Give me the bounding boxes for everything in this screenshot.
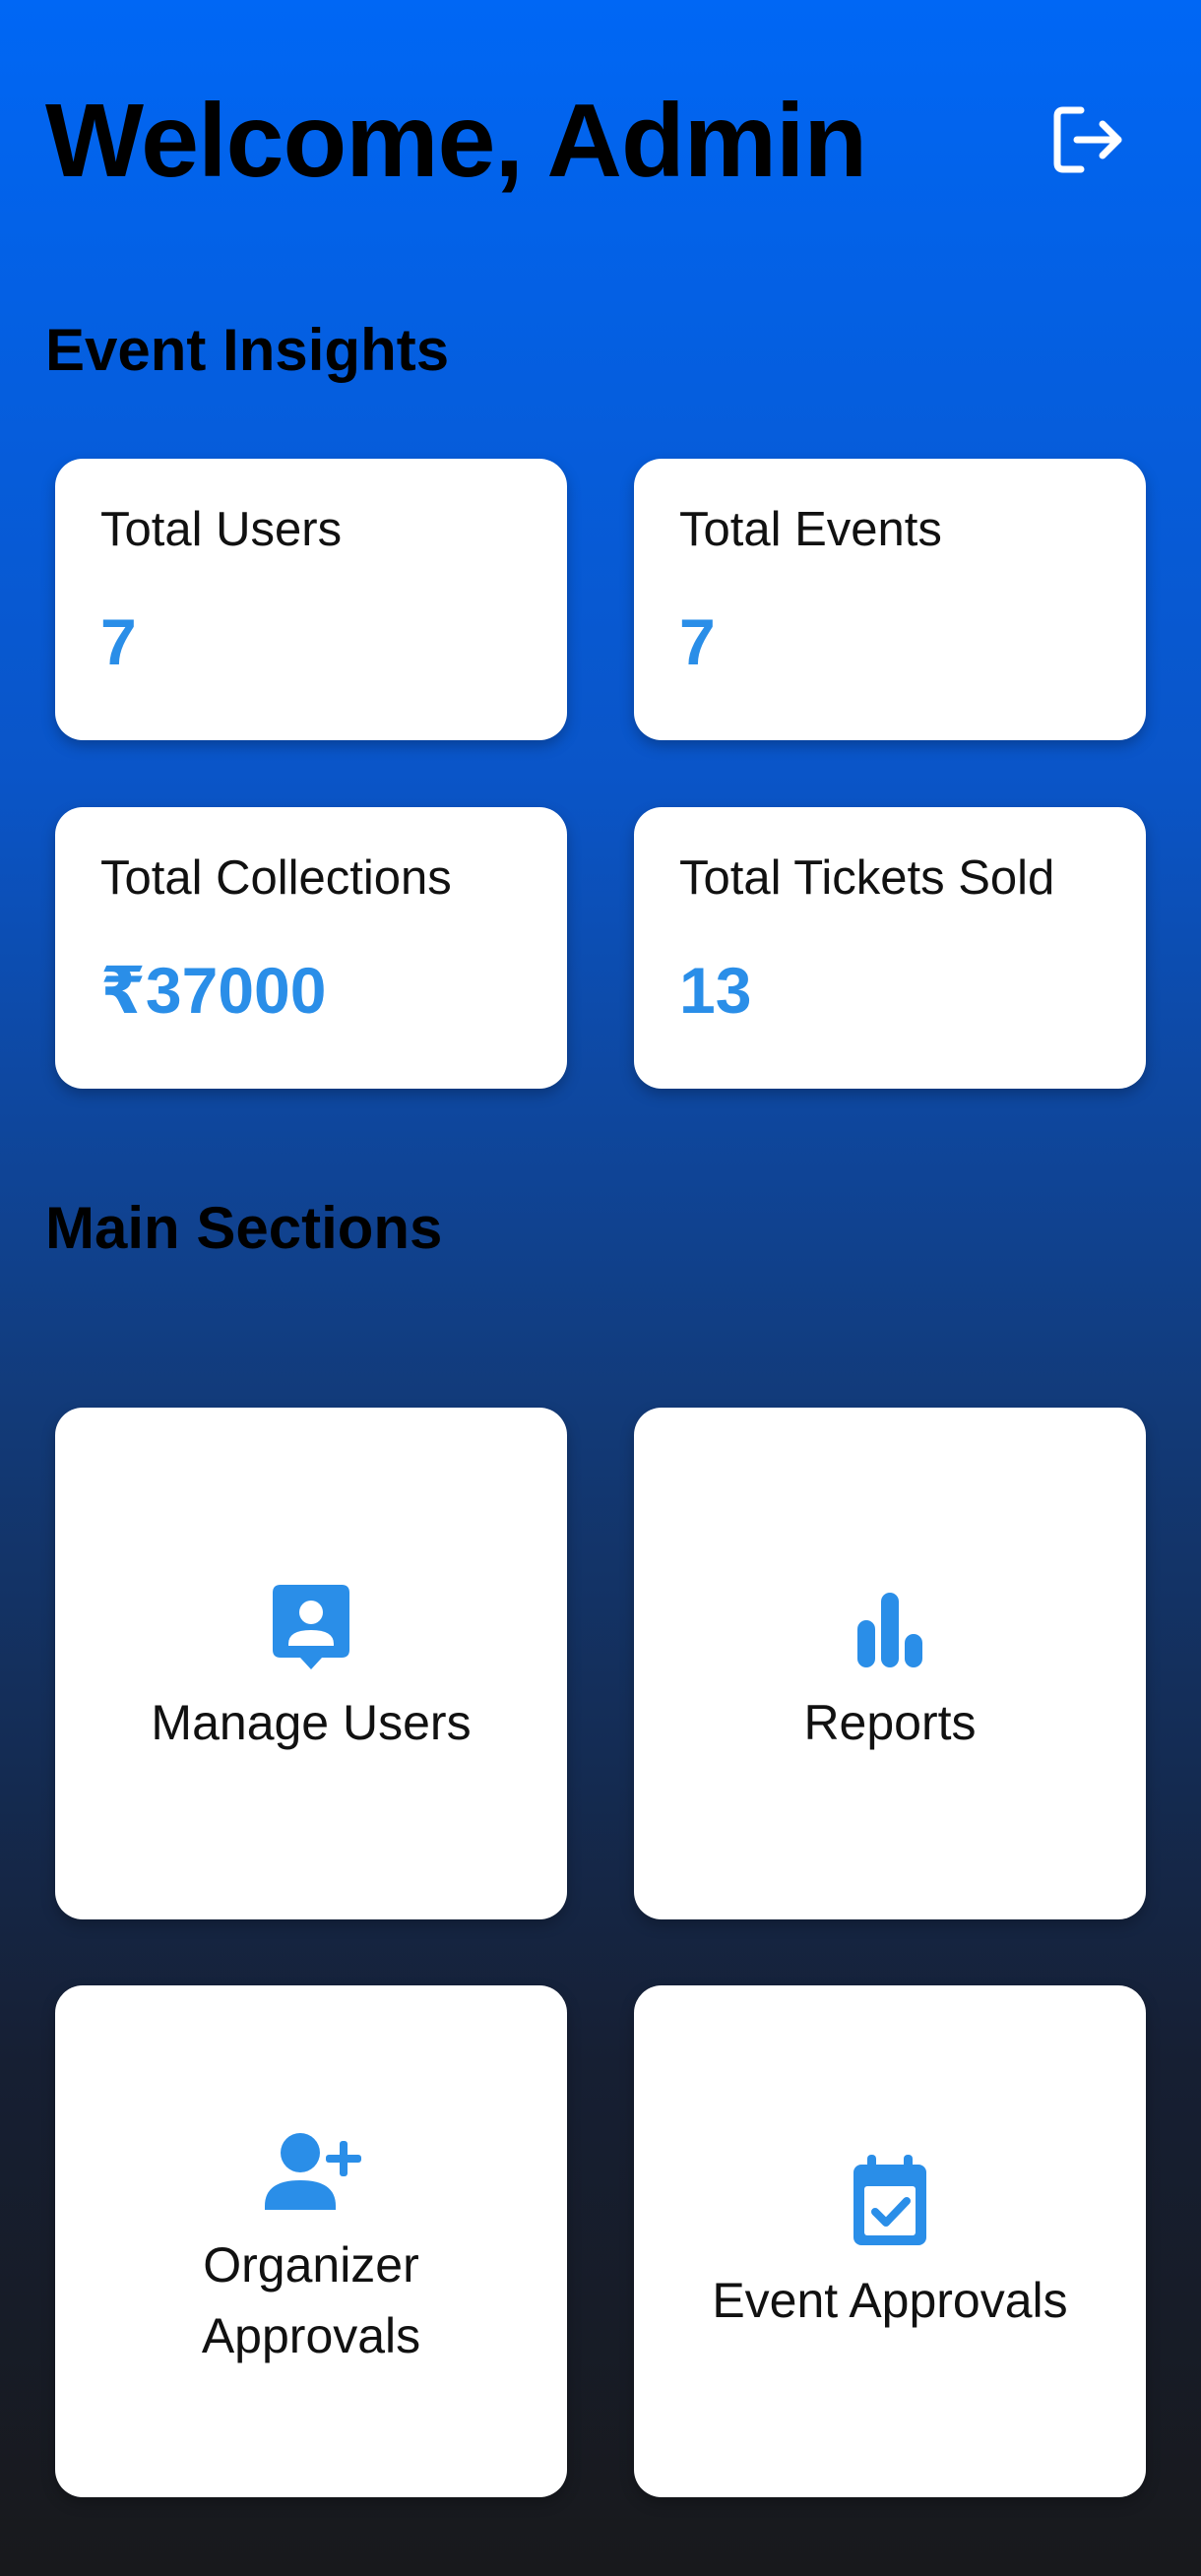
reports-label: Reports (803, 1694, 977, 1750)
stat-value: ₹37000 (100, 954, 327, 1027)
reports-card[interactable]: Reports (634, 1408, 1146, 1919)
main-sections-title: Main Sections (45, 1195, 443, 1261)
event-insights-title: Event Insights (45, 317, 450, 383)
stat-card-total-events: Total Events 7 (634, 459, 1146, 740)
stat-label: Total Users (100, 503, 343, 556)
stat-value: 7 (679, 605, 716, 678)
event-approvals-card[interactable]: Event Approvals (634, 1985, 1146, 2497)
stat-label: Total Collections (100, 851, 452, 905)
stat-card-total-tickets-sold: Total Tickets Sold 13 (634, 807, 1146, 1089)
manage-users-label: Manage Users (151, 1694, 472, 1750)
stat-value: 13 (679, 954, 752, 1027)
stat-card-total-users: Total Users 7 (55, 459, 567, 740)
bar-chart-icon (857, 1592, 922, 1667)
welcome-title: Welcome, Admin (45, 83, 867, 199)
event-approvals-label: Event Approvals (712, 2272, 1068, 2328)
manage-users-card[interactable]: Manage Users (55, 1408, 567, 1919)
logout-icon (1053, 106, 1122, 173)
stat-card-total-collections: Total Collections ₹37000 (55, 807, 567, 1089)
calendar-check-icon (853, 2154, 926, 2245)
stat-value: 7 (100, 605, 137, 678)
stat-label: Total Events (679, 503, 942, 556)
organizer-approvals-card[interactable]: Organizer Approvals (55, 1985, 567, 2497)
logout-button[interactable] (1047, 100, 1126, 179)
stat-label: Total Tickets Sold (679, 851, 1055, 905)
add-person-icon (265, 2132, 361, 2210)
organizer-approvals-label: Organizer Approvals (201, 2236, 421, 2364)
contact-user-icon (273, 1584, 349, 1669)
